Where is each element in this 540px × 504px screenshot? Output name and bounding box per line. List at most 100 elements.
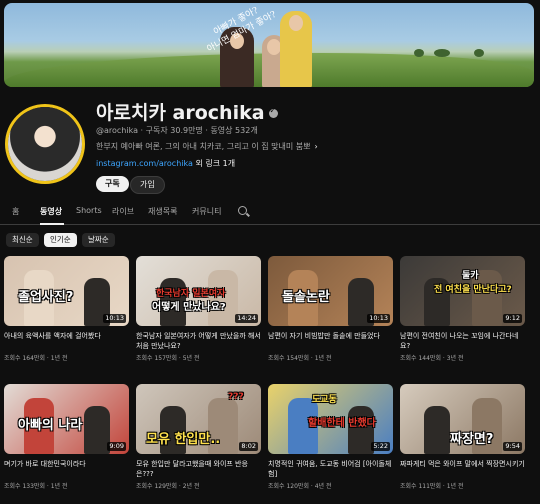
video-thumbnail[interactable]: 아빠의 나라 9:09 — [4, 384, 129, 454]
video-age: 3년 전 — [446, 355, 464, 362]
search-icon[interactable] — [238, 206, 247, 215]
video-thumbnail[interactable]: 돌솥논란 10:13 — [268, 256, 393, 326]
thumbnail-caption: 아빠의 나라 — [18, 418, 83, 433]
channel-banner: 아빠가 좋아? 아니면 엄마가 좋아? — [4, 3, 534, 87]
video-card[interactable]: 한국남자 일본여자 어떻게 만났나요? 14:24 한국남자 일본여자가 어떻게… — [136, 256, 261, 362]
video-card[interactable]: ??? 모유 한입만.. 8:02 모유 한입만 달라고했을때 와이프 반응은?… — [136, 384, 261, 490]
thumbnail-figure — [84, 406, 110, 454]
video-title[interactable]: 모유 한입만 달라고했을때 와이프 반응은??? — [136, 459, 261, 479]
video-views: 조회수 154만회 — [268, 355, 309, 362]
chevron-right-icon: › — [314, 142, 318, 151]
video-duration: 9:12 — [503, 314, 522, 323]
channel-name: 아로치카 arochika — [96, 102, 265, 124]
description-text: 한부지 예아빠 여론, 그의 아내 치카코, 그리고 이 집 맞내미 붐뽀 — [96, 142, 311, 151]
thumbnail-caption: 어떻게 만났나요? — [152, 302, 226, 313]
video-title[interactable]: 남편이 전여친이 나오는 꼬임에 나간다네요? — [400, 331, 525, 351]
video-card[interactable]: 도교동 할배한테 반했다 5:22 치명적인 귀여움, 도교동 비어검 [아이돌… — [268, 384, 393, 490]
video-card[interactable]: 둘카 전 여친을 만난다고? 9:12 남편이 전여친이 나오는 꼬임에 나간다… — [400, 256, 525, 362]
tab-home[interactable]: 홈 — [12, 206, 19, 217]
video-meta: 조회수 111만회 · 1년 전 — [400, 483, 464, 490]
join-button[interactable]: 가입 — [130, 176, 165, 194]
filter-chip-latest[interactable]: 최신순 — [6, 233, 39, 247]
thumbnail-caption: 할배한테 반했다 — [308, 418, 376, 429]
video-card[interactable]: 졸업사진? 10:13 아내의 육액사를 액자에 걸어봤다 조회수 164만회 … — [4, 256, 129, 362]
filter-chip-popular[interactable]: 인기순 — [44, 233, 77, 247]
tab-live[interactable]: 라이브 — [112, 206, 134, 217]
video-views: 조회수 129만회 — [136, 483, 177, 490]
video-meta: 조회수 133만회 · 1년 전 — [4, 483, 68, 490]
video-age: 5년 전 — [182, 355, 200, 362]
video-views: 조회수 164만회 — [4, 355, 45, 362]
video-meta: 조회수 154만회 · 1년 전 — [268, 355, 332, 362]
video-age: 2년 전 — [182, 483, 200, 490]
video-duration: 9:09 — [107, 442, 126, 451]
video-thumbnail[interactable]: ??? 모유 한입만.. 8:02 — [136, 384, 261, 454]
video-card[interactable]: 짜장면? 9:54 짜파게티 먹은 와이프 말에서 찍장면시키기 조회수 111… — [400, 384, 525, 490]
tab-videos[interactable]: 동영상 — [40, 206, 62, 217]
banner-face — [289, 15, 303, 31]
video-title[interactable]: 짜파게티 먹은 와이프 말에서 찍장면시키기 — [400, 459, 525, 479]
video-views: 조회수 144만회 — [400, 355, 441, 362]
video-title[interactable]: 한국남자 일본여자가 어떻게 만났을까 해서 처음 만났나요? — [136, 331, 261, 351]
video-age: 4년 전 — [314, 483, 332, 490]
video-thumbnail[interactable]: 졸업사진? 10:13 — [4, 256, 129, 326]
channel-link-more[interactable]: 외 링크 1개 — [195, 159, 235, 168]
video-meta: 조회수 120만회 · 4년 전 — [268, 483, 332, 490]
video-card[interactable]: 돌솥논란 10:13 남편이 자기 비빔밥만 돌솥에 만들었다 조회수 154만… — [268, 256, 393, 362]
filter-chip-oldest[interactable]: 날짜순 — [82, 233, 115, 247]
channel-meta: @arochika · 구독자 30.9만명 · 동영상 532개 — [96, 126, 258, 135]
video-thumbnail[interactable]: 한국남자 일본여자 어떻게 만났나요? 14:24 — [136, 256, 261, 326]
channel-links[interactable]: instagram.com/arochika 외 링크 1개 — [96, 158, 235, 169]
banner-tree — [474, 49, 484, 57]
verified-icon — [268, 106, 278, 118]
banner-face — [267, 39, 281, 55]
video-duration: 14:24 — [235, 314, 258, 323]
thumbnail-caption-top: 도교동 — [312, 395, 337, 405]
video-count: 동영상 532개 — [210, 126, 258, 135]
video-title[interactable]: 치명적인 귀여움, 도교동 비어검 [아이돌체험] — [268, 459, 393, 479]
video-views: 조회수 133만회 — [4, 483, 45, 490]
subscriber-count: 구독자 30.9만명 — [145, 126, 203, 135]
video-age: 1년 전 — [50, 483, 68, 490]
video-meta: 조회수 144만회 · 3년 전 — [400, 355, 464, 362]
thumbnail-caption: 돌솥논란 — [282, 290, 330, 305]
video-age: 1년 전 — [446, 483, 464, 490]
thumbnail-caption: 전 여친을 만난다고? — [434, 285, 512, 295]
video-duration: 8:02 — [239, 442, 258, 451]
thumbnail-caption: 짜장면? — [450, 432, 494, 447]
video-title[interactable]: 남편이 자기 비빔밥만 돌솥에 만들었다 — [268, 331, 393, 351]
video-duration: 9:54 — [503, 442, 522, 451]
channel-avatar[interactable] — [8, 107, 82, 181]
video-thumbnail[interactable]: 도교동 할배한테 반했다 5:22 — [268, 384, 393, 454]
channel-description[interactable]: 한부지 예아빠 여론, 그의 아내 치카코, 그리고 이 집 맞내미 붐뽀 › — [96, 141, 318, 152]
video-meta: 조회수 129만회 · 2년 전 — [136, 483, 200, 490]
video-duration: 10:13 — [367, 314, 390, 323]
video-title[interactable]: 아내의 육액사를 액자에 걸어봤다 — [4, 331, 129, 351]
thumbnail-caption-top: 둘카 — [462, 271, 479, 281]
video-title[interactable]: 며기가 바로 대한민국이라다 — [4, 459, 129, 479]
video-views: 조회수 120만회 — [268, 483, 309, 490]
video-card[interactable]: 아빠의 나라 9:09 며기가 바로 대한민국이라다 조회수 133만회 · 1… — [4, 384, 129, 490]
thumbnail-caption: 모유 한입만.. — [146, 432, 221, 447]
channel-title: 아로치카 arochika — [96, 98, 278, 125]
video-thumbnail[interactable]: 둘카 전 여친을 만난다고? 9:12 — [400, 256, 525, 326]
video-thumbnail[interactable]: 짜장면? 9:54 — [400, 384, 525, 454]
video-views: 조회수 111만회 — [400, 483, 441, 490]
active-tab-indicator — [40, 223, 64, 225]
video-age: 1년 전 — [50, 355, 68, 362]
subscribe-button[interactable]: 구독 — [96, 176, 129, 192]
tab-playlists[interactable]: 재생목록 — [148, 206, 177, 217]
banner-tree — [414, 49, 424, 57]
tab-community[interactable]: 커뮤니티 — [192, 206, 221, 217]
video-meta: 조회수 164만회 · 1년 전 — [4, 355, 68, 362]
video-duration: 5:22 — [371, 442, 390, 451]
video-age: 1년 전 — [314, 355, 332, 362]
tab-shorts[interactable]: Shorts — [76, 206, 102, 215]
thumbnail-figure — [424, 406, 450, 454]
video-meta: 조회수 157만회 · 5년 전 — [136, 355, 200, 362]
channel-handle: @arochika — [96, 126, 138, 135]
video-duration: 10:13 — [103, 314, 126, 323]
video-views: 조회수 157만회 — [136, 355, 177, 362]
channel-link-url[interactable]: instagram.com/arochika — [96, 159, 193, 168]
channel-tabs: 홈 동영상 Shorts 라이브 재생목록 커뮤니티 — [0, 202, 540, 225]
